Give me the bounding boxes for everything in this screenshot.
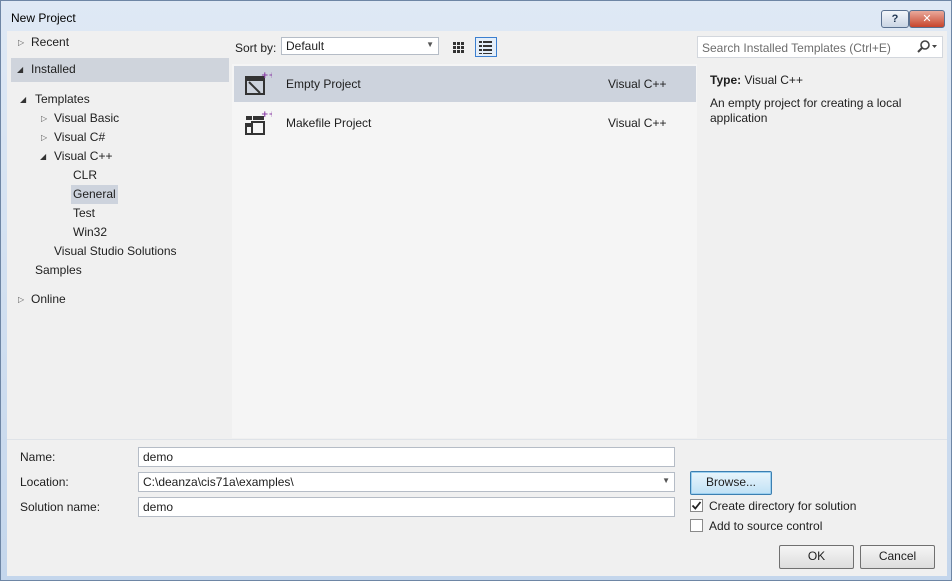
expand-arrow-icon[interactable]: ▷ [18, 33, 24, 52]
description-type: Type: Visual C++ [710, 73, 803, 87]
tree-item-vs-solutions[interactable]: Visual Studio Solutions [54, 242, 177, 261]
tree-item-online[interactable]: Online [31, 290, 66, 309]
location-value: C:\deanza\cis71a\examples\ [143, 475, 294, 489]
template-row-makefile-project[interactable]: ++ Makefile Project Visual C++ [234, 105, 696, 141]
tree-item-general[interactable]: General [71, 185, 118, 204]
search-input[interactable]: Search Installed Templates (Ctrl+E) [702, 41, 891, 55]
list-view-button[interactable] [475, 37, 497, 57]
tree-item-clr[interactable]: CLR [73, 166, 97, 185]
name-label: Name: [20, 450, 56, 464]
tree-item-visual-cpp[interactable]: Visual C++ [54, 147, 112, 166]
tree-item-recent[interactable]: Recent [31, 33, 69, 52]
name-field[interactable]: demo [138, 447, 675, 467]
search-templates-box[interactable]: Search Installed Templates (Ctrl+E) [697, 36, 943, 58]
dialog-client: ▷ Recent ◢ Installed ◢ Templates ▷ Visua… [7, 31, 947, 576]
project-details-form: Name: demo Location: C:\deanza\cis71a\ex… [7, 439, 947, 576]
empty-project-icon: ++ [245, 71, 272, 95]
tree-item-samples[interactable]: Samples [35, 261, 82, 280]
solution-name-label: Solution name: [20, 500, 101, 514]
template-name: Empty Project [286, 77, 361, 91]
templates-list: ++ Empty Project Visual C++ ++ Makefile … [232, 64, 697, 438]
collapse-arrow-icon[interactable]: ◢ [40, 147, 46, 166]
type-label: Type: [710, 73, 742, 87]
sort-label: Sort by: [235, 41, 277, 55]
help-button[interactable]: ? [881, 10, 909, 28]
template-name: Makefile Project [286, 116, 372, 130]
close-button[interactable]: ✕ [909, 10, 945, 28]
create-directory-label: Create directory for solution [709, 499, 857, 513]
makefile-project-icon: ++ [245, 110, 272, 135]
solution-name-field[interactable]: demo [138, 497, 675, 517]
source-control-label: Add to source control [709, 519, 823, 533]
chevron-down-icon[interactable]: ▼ [662, 476, 670, 485]
cancel-button[interactable]: Cancel [860, 545, 935, 569]
window-title: New Project [11, 11, 76, 25]
grid-view-icon [453, 42, 464, 53]
title-bar[interactable]: New Project ? ✕ [1, 1, 951, 33]
sort-dropdown[interactable]: Default ▼ [281, 37, 439, 55]
description-text: An empty project for creating a local ap… [710, 96, 902, 125]
tree-item-installed[interactable]: Installed [31, 60, 76, 79]
svg-text:++: ++ [261, 110, 272, 120]
solution-name-value: demo [143, 500, 174, 514]
svg-text:++: ++ [261, 71, 272, 81]
new-project-dialog: New Project ? ✕ ▷ Recent ◢ Installed ◢ T… [0, 0, 952, 581]
template-language: Visual C++ [608, 77, 667, 91]
tree-item-visual-csharp[interactable]: Visual C# [54, 128, 105, 147]
location-combobox[interactable]: C:\deanza\cis71a\examples\ ▼ [138, 472, 675, 492]
expand-arrow-icon[interactable]: ▷ [41, 109, 47, 128]
tree-item-visual-basic[interactable]: Visual Basic [54, 109, 119, 128]
expand-arrow-icon[interactable]: ▷ [18, 290, 24, 309]
source-control-checkbox[interactable] [690, 519, 703, 532]
tree-item-templates[interactable]: Templates [35, 90, 90, 109]
search-icon[interactable] [916, 39, 938, 58]
template-row-empty-project[interactable]: ++ Empty Project Visual C++ [234, 66, 696, 102]
template-description-panel: Type: Visual C++ An empty project for cr… [699, 64, 945, 438]
chevron-down-icon: ▼ [426, 40, 434, 49]
sort-value: Default [286, 39, 325, 53]
collapse-arrow-icon[interactable]: ◢ [17, 60, 23, 79]
name-value: demo [143, 450, 174, 464]
template-tree: ▷ Recent ◢ Installed ◢ Templates ▷ Visua… [9, 31, 231, 437]
type-value: Visual C++ [744, 73, 803, 87]
template-language: Visual C++ [608, 116, 667, 130]
ok-button[interactable]: OK [779, 545, 854, 569]
expand-arrow-icon[interactable]: ▷ [41, 128, 47, 147]
location-label: Location: [20, 475, 69, 489]
tree-item-test[interactable]: Test [73, 204, 95, 223]
tree-item-win32[interactable]: Win32 [73, 223, 107, 242]
small-icons-view-button[interactable] [447, 37, 469, 57]
browse-button[interactable]: Browse... [690, 471, 772, 495]
collapse-arrow-icon[interactable]: ◢ [20, 90, 26, 109]
list-view-icon [479, 41, 492, 54]
checkmark-icon [691, 501, 702, 510]
create-directory-checkbox[interactable] [690, 499, 703, 512]
